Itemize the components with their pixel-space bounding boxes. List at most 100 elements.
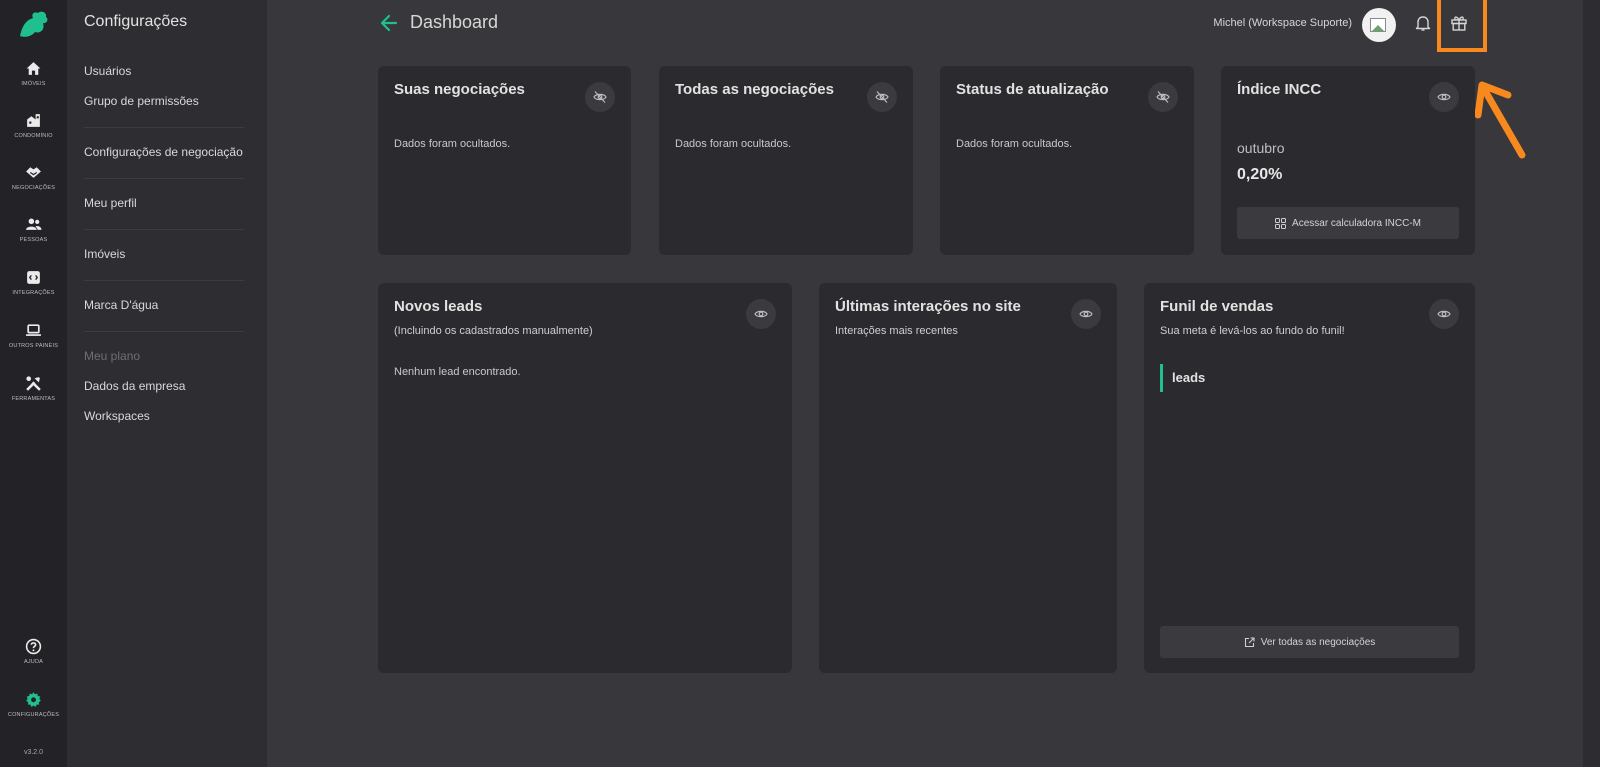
integrations-icon <box>27 271 40 284</box>
rail-item-imoveis[interactable]: IMÓVEIS <box>0 60 67 106</box>
incc-value: 0,20% <box>1237 166 1283 183</box>
bell-icon[interactable] <box>1414 14 1432 32</box>
rail-item-negociacoes[interactable]: NEGOCIAÇÕES <box>0 164 67 210</box>
card-subtitle: Interações mais recentes <box>835 325 958 337</box>
toggle-visibility-button[interactable] <box>1429 82 1459 112</box>
eye-off-icon <box>1156 91 1170 103</box>
settings-item-meu-plano: Meu plano <box>84 349 141 363</box>
rail-item-configuracoes[interactable]: CONFIGURAÇÕES <box>0 691 67 737</box>
user-workspace-name[interactable]: Michel (Workspace Suporte) <box>1110 17 1352 29</box>
avatar[interactable] <box>1362 8 1396 42</box>
incc-month: outubro <box>1237 140 1285 156</box>
rail-item-pessoas[interactable]: PESSOAS <box>0 216 67 262</box>
highlight-box <box>1437 0 1487 52</box>
app-logo-icon[interactable] <box>16 10 50 40</box>
card-title: Todas as negociações <box>675 81 834 98</box>
eye-icon <box>1437 93 1451 101</box>
card-title: Últimas interações no site <box>835 298 1021 315</box>
rail-item-outros-paineis[interactable]: OUTROS PAINÉIS <box>0 322 67 368</box>
settings-item-dados-empresa[interactable]: Dados da empresa <box>84 379 185 393</box>
settings-item-marca-dagua[interactable]: Marca D'água <box>84 298 158 312</box>
help-icon <box>25 638 42 655</box>
rail-item-label: NEGOCIAÇÕES <box>11 185 56 191</box>
rail-item-ajuda[interactable]: AJUDA <box>0 638 67 684</box>
toggle-visibility-button[interactable] <box>1429 299 1459 329</box>
rail-item-label: CONFIGURAÇÕES <box>7 712 60 718</box>
ver-negociacoes-button[interactable]: Ver todas as negociações <box>1160 626 1459 658</box>
settings-divider <box>84 331 244 332</box>
card-indice-incc: Índice INCC outubro 0,20% Acessar calcul… <box>1221 66 1475 255</box>
settings-divider <box>84 229 244 230</box>
toggle-visibility-button[interactable] <box>1148 82 1178 112</box>
card-title: Status de atualização <box>956 81 1109 98</box>
no-leads-text: Nenhum lead encontrado. <box>394 366 521 378</box>
card-subtitle: Sua meta é levá-los ao fundo do funil! <box>1160 325 1345 337</box>
eye-off-icon <box>875 91 889 103</box>
back-arrow-icon[interactable] <box>379 13 399 33</box>
building-icon <box>27 114 40 127</box>
hidden-data-text: Dados foram ocultados. <box>394 138 511 150</box>
page-title: Dashboard <box>410 12 499 32</box>
settings-divider <box>84 127 244 128</box>
funnel-stage-label: leads <box>1172 370 1206 385</box>
card-todas-negociacoes: Todas as negociações Dados foram ocultad… <box>659 66 913 255</box>
settings-item-grupo-permissoes[interactable]: Grupo de permissões <box>84 94 199 108</box>
funnel-stage-marker <box>1160 364 1163 392</box>
app-version: v3.2.0 <box>23 749 44 756</box>
handshake-icon <box>26 167 41 178</box>
hidden-data-text: Dados foram ocultados. <box>956 138 1073 150</box>
people-icon <box>26 218 42 230</box>
card-status-atualizacao: Status de atualização Dados foram oculta… <box>940 66 1194 255</box>
rail-item-label: INTEGRAÇÕES <box>12 290 55 296</box>
hidden-data-text: Dados foram ocultados. <box>675 138 792 150</box>
page-scrollbar[interactable] <box>1583 0 1600 767</box>
eye-off-icon <box>593 91 607 103</box>
rail-item-condominio[interactable]: CONDOMÍNIO <box>0 112 67 158</box>
eye-icon <box>754 310 768 318</box>
card-novos-leads: Novos leads (Incluindo os cadastrados ma… <box>378 283 792 673</box>
ver-negociacoes-label: Ver todas as negociações <box>1260 636 1376 648</box>
toggle-visibility-button[interactable] <box>1071 299 1101 329</box>
card-funil-vendas: Funil de vendas Sua meta é levá-los ao f… <box>1144 283 1475 673</box>
card-suas-negociacoes: Suas negociações Dados foram ocultados. <box>378 66 631 255</box>
annotation-arrow-icon <box>1474 81 1526 159</box>
rail-item-label: OUTROS PAINÉIS <box>8 343 59 349</box>
icon-rail: IMÓVEIS CONDOMÍNIO NEGOCIAÇÕES PESSOAS I… <box>0 0 67 767</box>
rail-item-label: CONDOMÍNIO <box>14 133 53 139</box>
rail-item-label: PESSOAS <box>19 237 48 243</box>
rail-item-label: FERRAMENTAS <box>11 396 56 402</box>
calculator-icon <box>1275 217 1287 229</box>
rail-item-label: IMÓVEIS <box>21 81 46 87</box>
settings-sidebar: Configurações Usuários Grupo de permissõ… <box>67 0 267 767</box>
image-placeholder-shape <box>1372 25 1384 31</box>
eye-icon <box>1079 310 1093 318</box>
incc-calculator-label: Acessar calculadora INCC-M <box>1292 217 1421 229</box>
incc-calculator-button[interactable]: Acessar calculadora INCC-M <box>1237 207 1459 239</box>
settings-item-workspaces[interactable]: Workspaces <box>84 409 150 423</box>
settings-divider <box>84 178 244 179</box>
card-title: Índice INCC <box>1237 81 1322 98</box>
toggle-visibility-button[interactable] <box>585 82 615 112</box>
card-ultimas-interacoes: Últimas interações no site Interações ma… <box>819 283 1117 673</box>
settings-item-config-negociacao[interactable]: Configurações de negociação <box>84 145 243 159</box>
rail-item-integracoes[interactable]: INTEGRAÇÕES <box>0 269 67 315</box>
rail-item-label: AJUDA <box>23 659 44 665</box>
card-subtitle: (Incluindo os cadastrados manualmente) <box>394 325 593 337</box>
card-title: Novos leads <box>394 298 483 315</box>
tools-icon <box>26 376 41 391</box>
settings-divider <box>84 280 244 281</box>
settings-item-usuarios[interactable]: Usuários <box>84 64 131 78</box>
external-link-icon <box>1244 636 1255 647</box>
laptop-icon <box>26 324 41 336</box>
card-title: Funil de vendas <box>1160 298 1274 315</box>
gear-icon <box>26 692 41 707</box>
home-icon <box>26 62 41 75</box>
rail-item-ferramentas[interactable]: FERRAMENTAS <box>0 375 67 421</box>
settings-item-meu-perfil[interactable]: Meu perfil <box>84 196 137 210</box>
card-title: Suas negociações <box>394 81 525 98</box>
settings-item-imoveis[interactable]: Imóveis <box>84 247 125 261</box>
settings-title: Configurações <box>84 13 188 30</box>
toggle-visibility-button[interactable] <box>746 299 776 329</box>
eye-icon <box>1437 310 1451 318</box>
toggle-visibility-button[interactable] <box>867 82 897 112</box>
